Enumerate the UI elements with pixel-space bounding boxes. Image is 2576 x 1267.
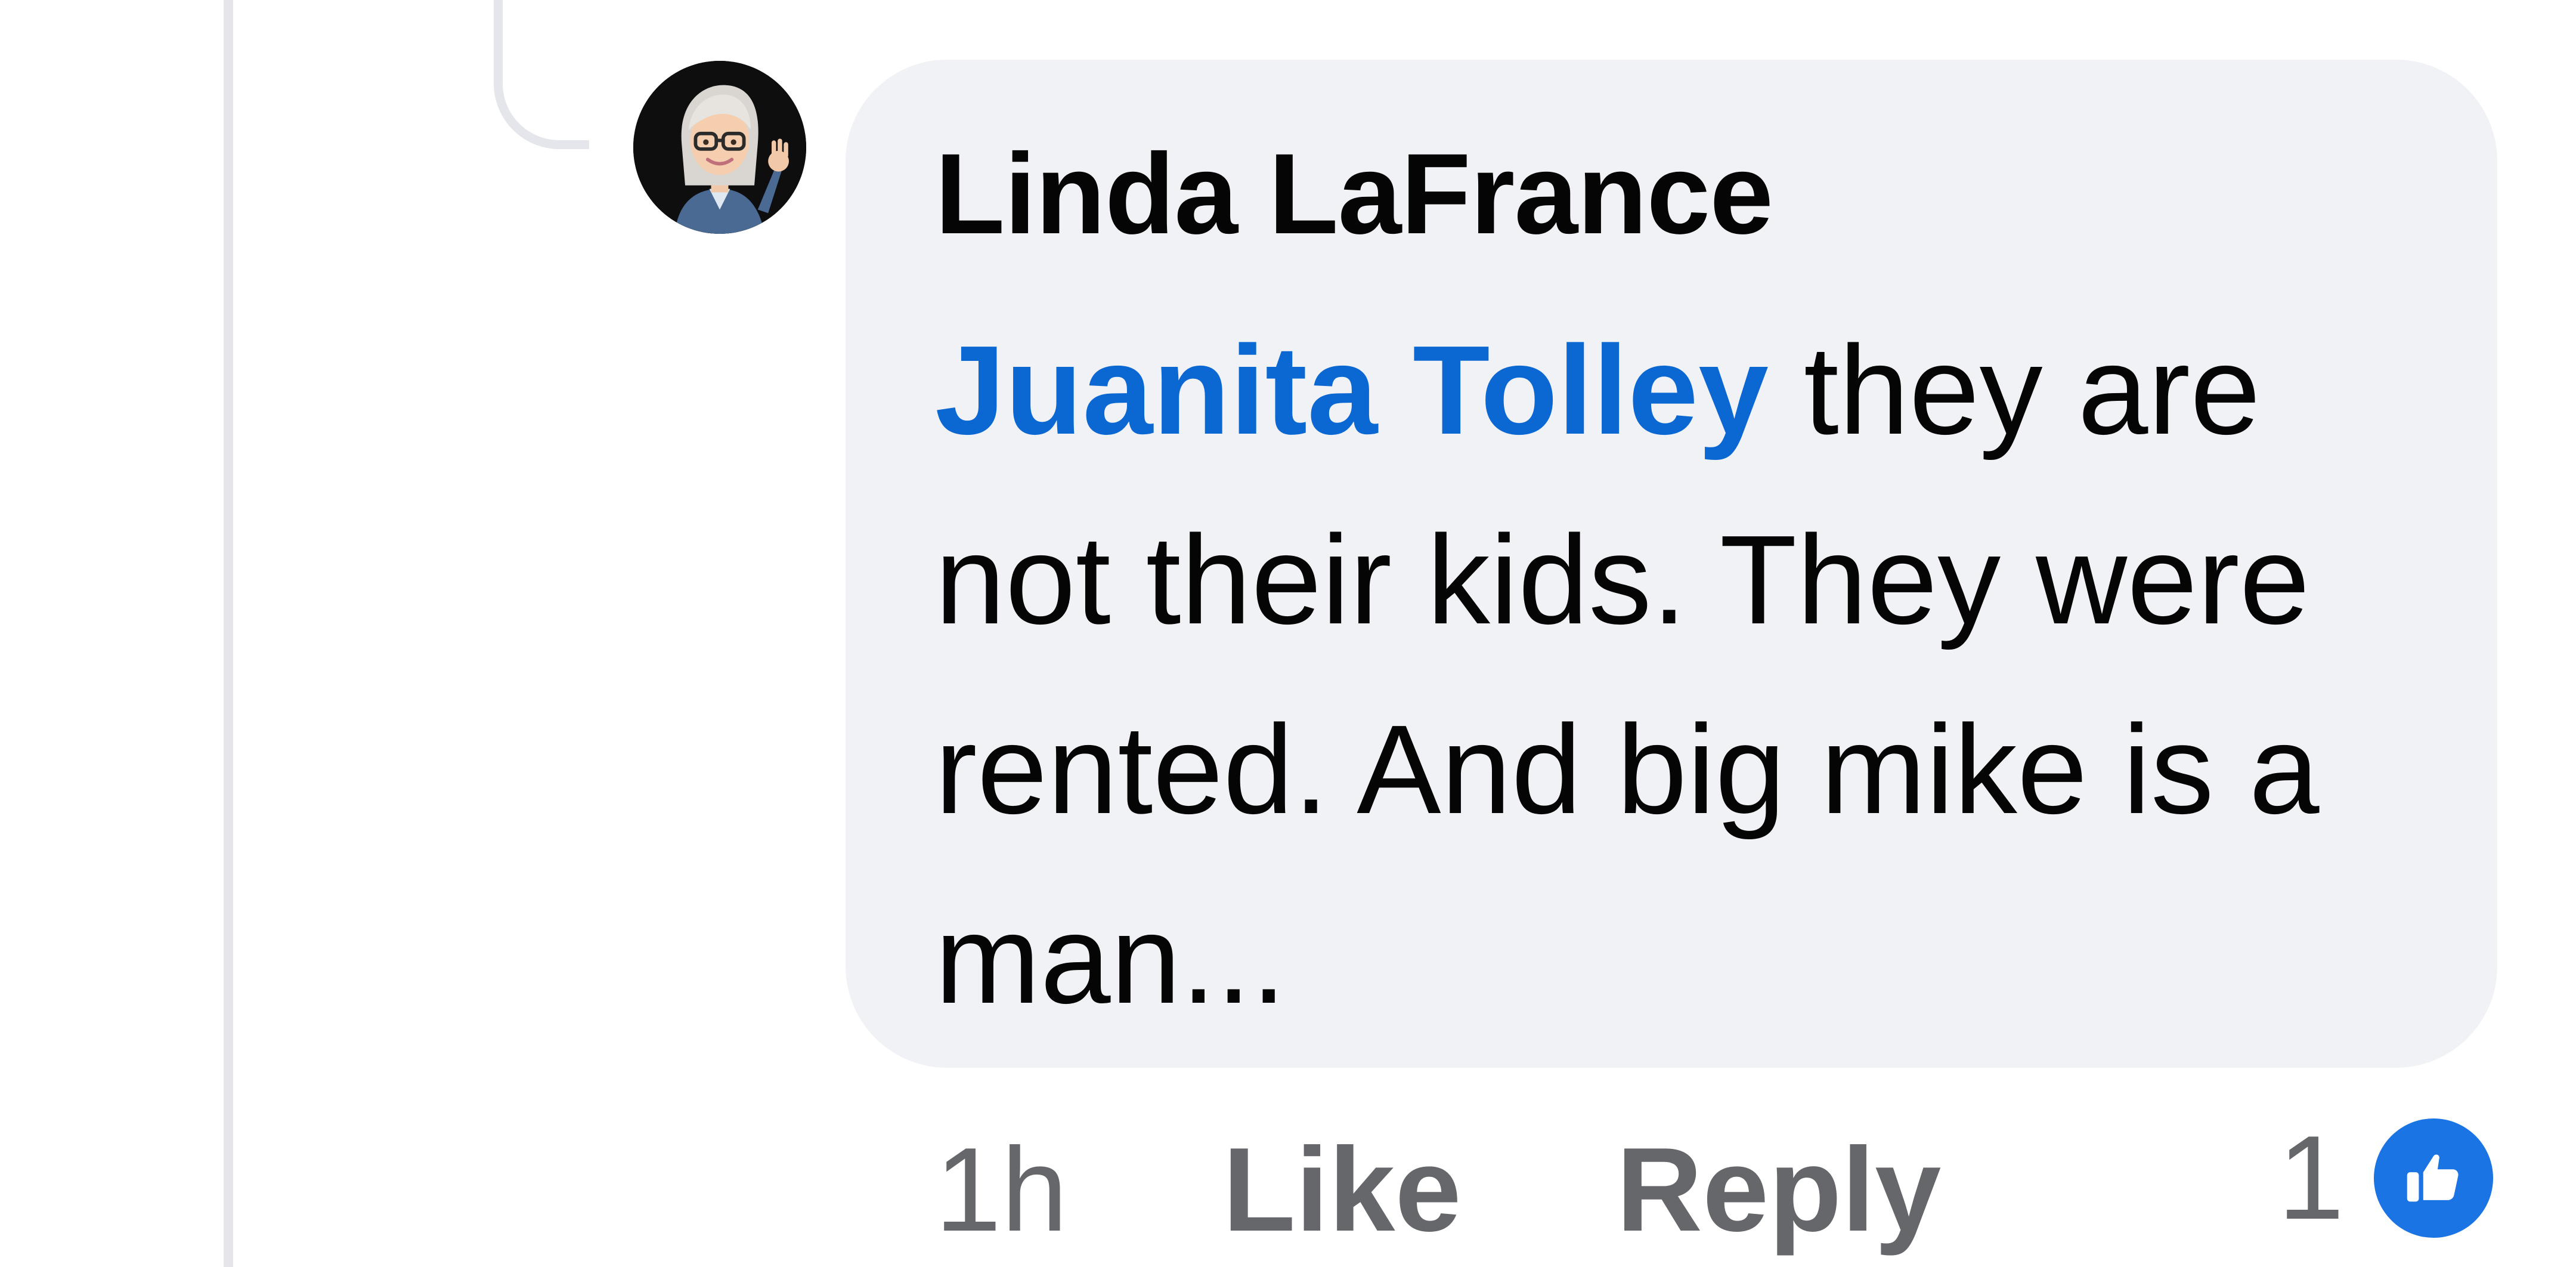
reply-connector-line — [494, 0, 589, 149]
comment-author-name[interactable]: Linda LaFrance — [935, 134, 2408, 254]
avatar-memoji-icon — [633, 61, 806, 234]
mention-link[interactable]: Juanita Tolley — [935, 319, 1769, 461]
reaction-summary[interactable]: 1 — [2278, 1110, 2494, 1247]
reply-button[interactable]: Reply — [1617, 1121, 1942, 1259]
comment-text: Juanita Tolley they are not their kids. … — [935, 295, 2426, 1054]
avatar[interactable] — [633, 61, 806, 234]
reaction-count: 1 — [2278, 1111, 2345, 1244]
comment-bubble: Linda LaFrance Juanita Tolley they are n… — [846, 60, 2497, 1068]
like-button[interactable]: Like — [1222, 1121, 1461, 1259]
thread-rail-line — [224, 0, 233, 1267]
thumbs-up-icon — [2374, 1118, 2494, 1238]
comment-timestamp[interactable]: 1h — [935, 1121, 1067, 1259]
comment-actions: 1h Like Reply — [935, 1121, 2096, 1259]
